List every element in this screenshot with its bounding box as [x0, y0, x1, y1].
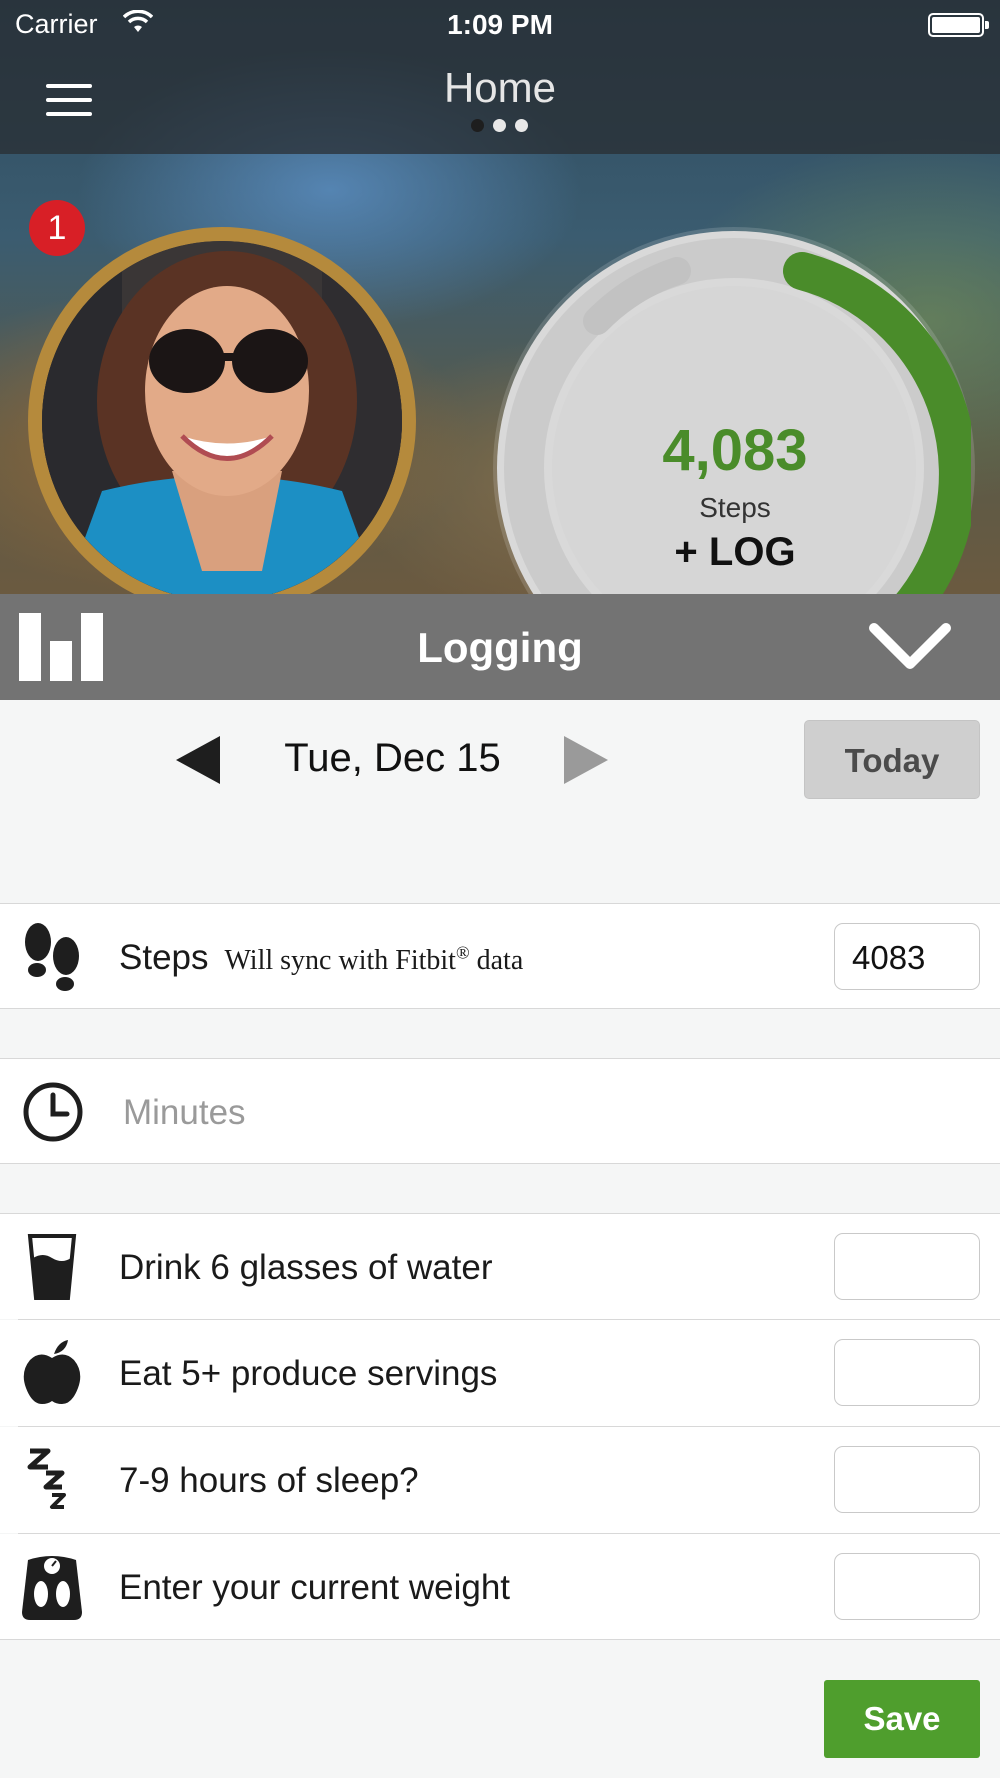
- water-input[interactable]: [834, 1233, 980, 1300]
- page-indicator[interactable]: [471, 119, 531, 133]
- water-label: Drink 6 glasses of water: [119, 1248, 493, 1287]
- next-day-icon[interactable]: [564, 736, 608, 784]
- steps-input[interactable]: 4083: [834, 923, 980, 990]
- water-glass-icon: [27, 1234, 77, 1300]
- footprints-icon: [25, 923, 79, 991]
- battery-icon: [928, 13, 989, 37]
- weight-row: Enter your current weight: [0, 1534, 1000, 1640]
- sleep-label: 7-9 hours of sleep?: [119, 1461, 419, 1500]
- page-title: Home: [443, 64, 557, 111]
- chevron-down-icon[interactable]: [868, 622, 952, 672]
- logging-bar[interactable]: Logging: [0, 594, 1000, 700]
- minutes-field[interactable]: Minutes: [123, 1093, 246, 1133]
- avatar[interactable]: [28, 227, 416, 615]
- sleep-zzz-icon: [27, 1448, 66, 1509]
- logging-title: Logging: [417, 624, 583, 671]
- status-time: 1:09 PM: [447, 9, 553, 40]
- status-bar: Carrier 1:09 PM: [0, 0, 1000, 50]
- sleep-row: 7-9 hours of sleep?: [0, 1427, 1000, 1533]
- date-navigation: Tue, Dec 15 Today: [0, 700, 1000, 904]
- sleep-input[interactable]: [834, 1446, 980, 1513]
- weight-label: Enter your current weight: [119, 1568, 511, 1607]
- previous-day-icon[interactable]: [176, 736, 220, 784]
- fitbit-sync-tail: data: [469, 945, 524, 976]
- current-date: Tue, Dec 15: [284, 736, 501, 780]
- top-bar: Carrier 1:09 PM Home: [0, 0, 1000, 154]
- water-row: Drink 6 glasses of water: [0, 1213, 1000, 1319]
- steps-ring-label: Steps: [699, 492, 771, 523]
- steps-row: Steps Will sync with Fitbit® data 4083: [0, 903, 1000, 1009]
- produce-input[interactable]: [834, 1339, 980, 1406]
- apple-icon: [23, 1340, 81, 1404]
- weight-input[interactable]: [834, 1553, 980, 1620]
- save-button[interactable]: Save: [824, 1680, 980, 1758]
- notification-badge[interactable]: 1: [29, 200, 85, 256]
- steps-count: 4,083: [662, 418, 808, 483]
- steps-label: Steps Will sync with Fitbit® data: [119, 938, 523, 978]
- log-button[interactable]: + LOG: [580, 530, 890, 575]
- steps-row-title: Steps: [119, 938, 209, 977]
- minutes-row[interactable]: Minutes: [0, 1058, 1000, 1164]
- clock-icon: [23, 1082, 83, 1142]
- today-button[interactable]: Today: [804, 720, 980, 799]
- scale-icon: [22, 1556, 82, 1620]
- fitbit-sync-text: Will sync with Fitbit: [224, 945, 456, 976]
- avatar-photo: [42, 241, 402, 601]
- produce-row: Eat 5+ produce servings: [0, 1320, 1000, 1426]
- fitbit-sync-note: Will sync with Fitbit® data: [224, 942, 524, 976]
- produce-label: Eat 5+ produce servings: [119, 1354, 498, 1393]
- registered-mark: ®: [455, 942, 470, 963]
